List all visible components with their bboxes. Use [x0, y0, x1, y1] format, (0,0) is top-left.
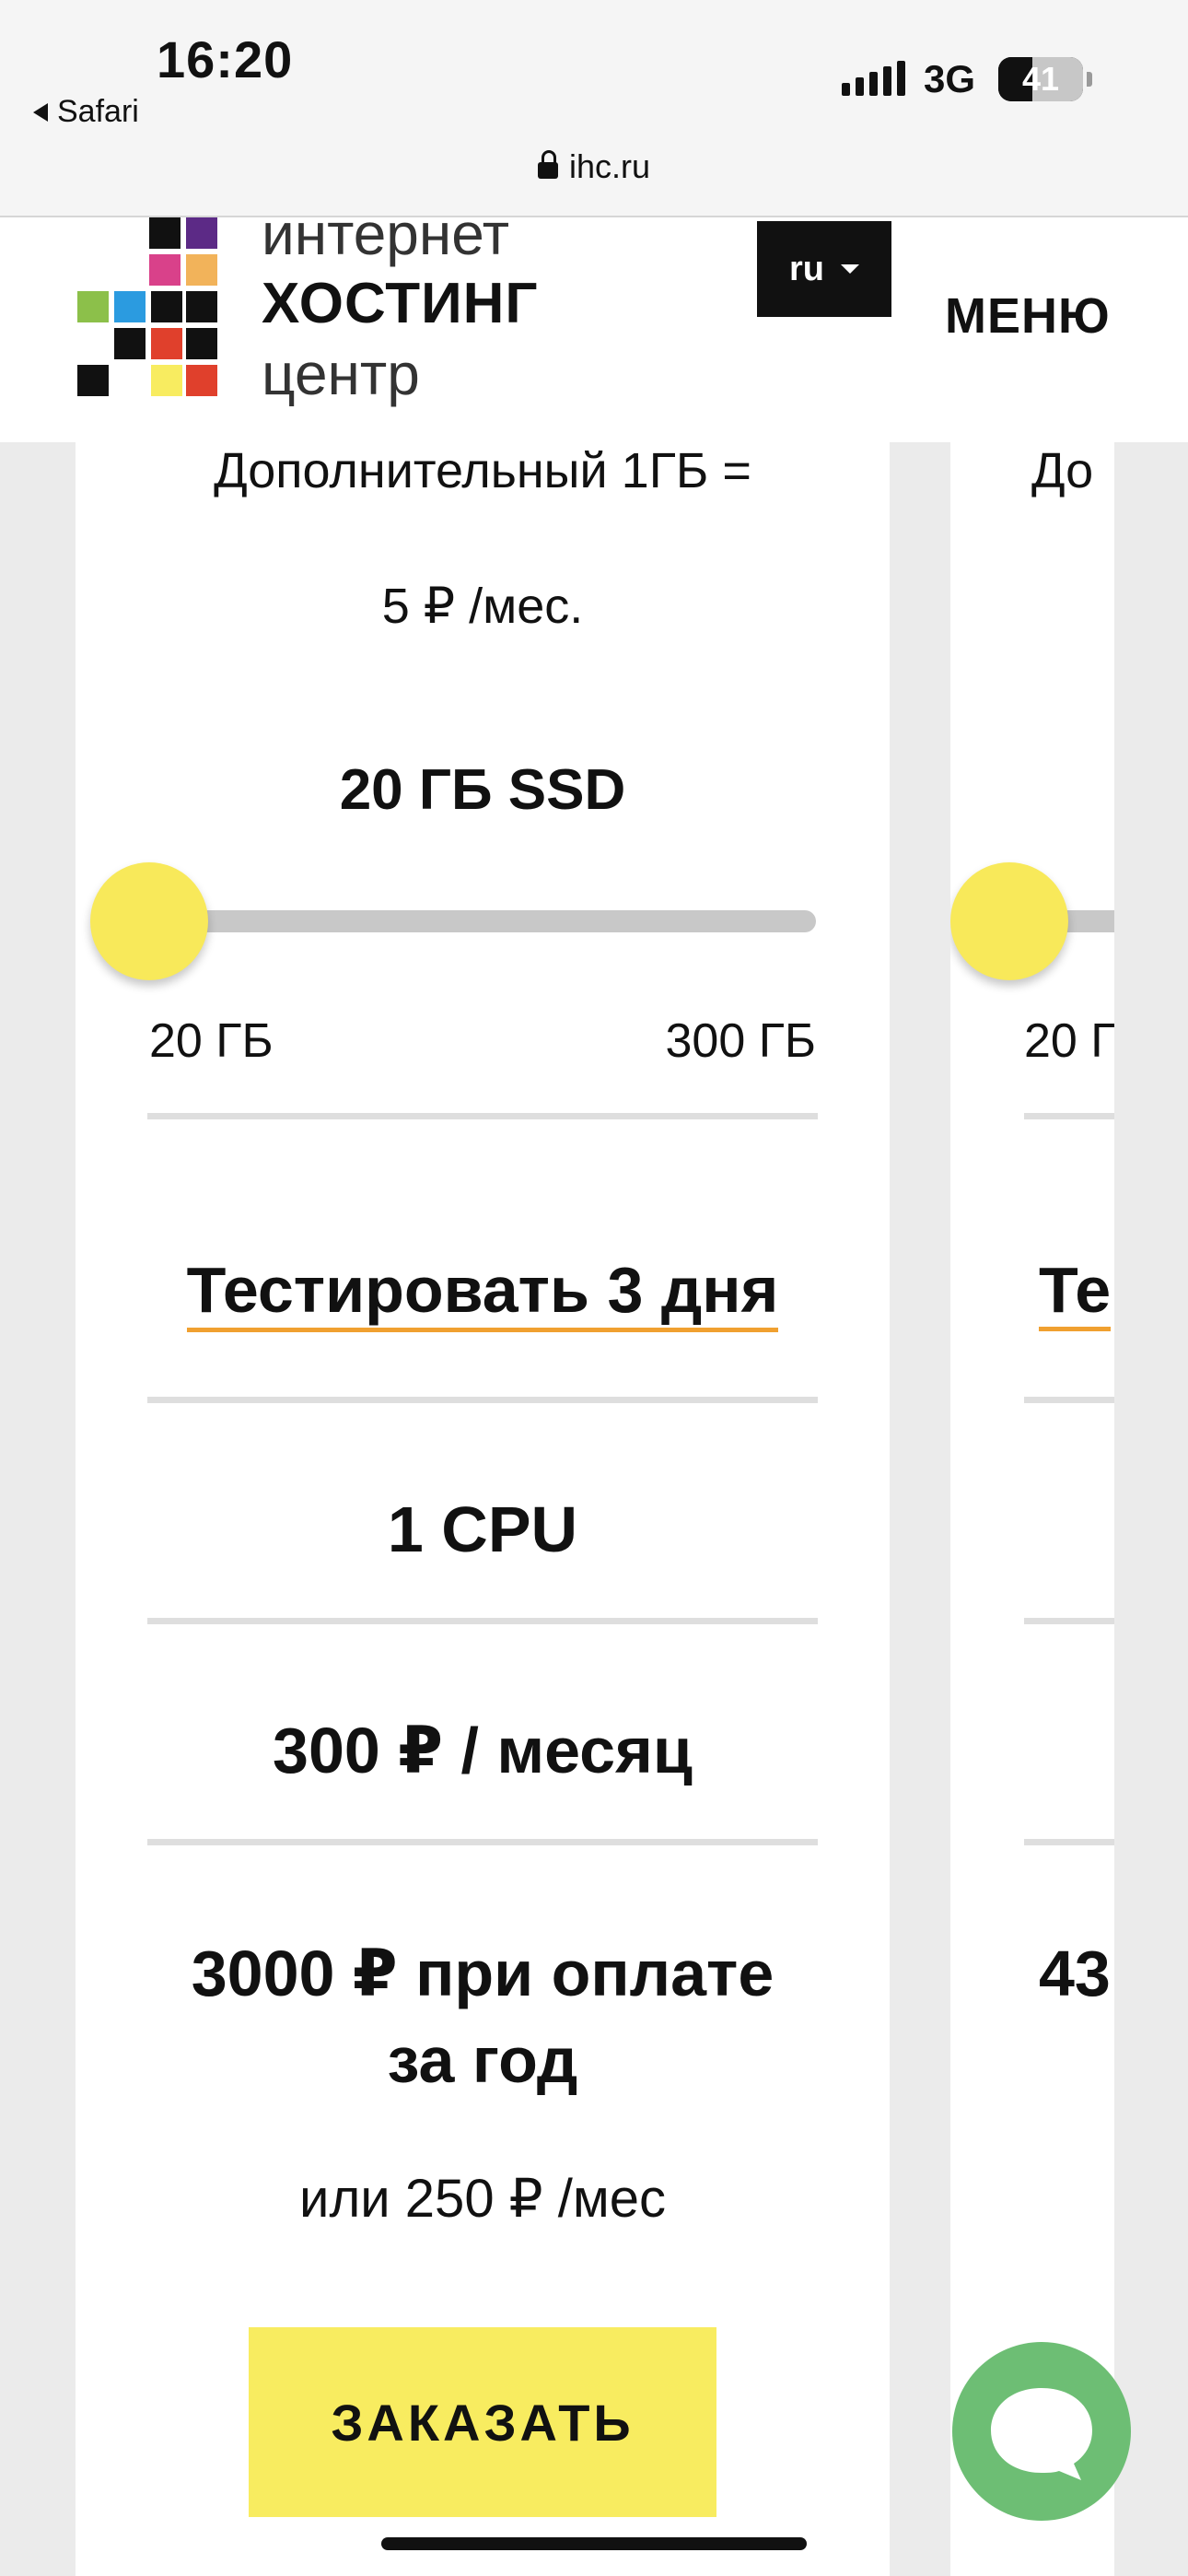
next-test-link-fragment[interactable]: Те	[1039, 1253, 1112, 1331]
url-text: ihc.ru	[568, 147, 651, 185]
next-slider-handle[interactable]	[950, 862, 1068, 980]
price-alt: или 250 ₽ /мес	[299, 2169, 666, 2229]
network-type: 3G	[924, 57, 976, 100]
address-bar[interactable]: ihc.ru	[0, 147, 1188, 186]
battery-cap	[1087, 72, 1092, 87]
logo-line-2: ХОСТИНГ	[262, 272, 539, 335]
back-arrow-icon	[33, 102, 48, 122]
slider-min-label: 20 ГБ	[149, 1014, 274, 1068]
battery-level: 41	[1021, 60, 1060, 98]
lock-icon	[537, 150, 558, 179]
caret-down-icon	[841, 264, 859, 274]
chat-button[interactable]	[952, 2342, 1131, 2521]
site-header: интернет ХОСТИНГ центр ru МЕНЮ	[0, 201, 1188, 442]
back-app-label: Safari	[57, 94, 139, 129]
divider	[147, 1397, 818, 1403]
back-to-app[interactable]: Safari	[33, 94, 139, 130]
slider-max-label: 300 ГБ	[665, 1014, 817, 1068]
storage-slider-handle[interactable]	[90, 862, 208, 980]
test-link[interactable]: Тестировать 3 дня	[76, 1253, 890, 1332]
divider	[147, 1618, 818, 1624]
next-slider-min-fragment: 20 Г	[1024, 1014, 1114, 1068]
signal-icon	[842, 61, 905, 96]
order-button[interactable]: ЗАКАЗАТЬ	[249, 2327, 716, 2517]
next-price-year-fragment: 43	[1039, 1938, 1111, 2009]
menu-button[interactable]: МЕНЮ	[945, 287, 1111, 345]
divider	[1024, 1839, 1114, 1845]
language-label: ru	[789, 249, 824, 288]
logo-line-3: центр	[262, 341, 420, 407]
storage-value: 20 ГБ SSD	[339, 758, 626, 822]
divider	[147, 1839, 818, 1845]
plan-card: Дополнительный 1ГБ = 5 ₽ /мес. 20 ГБ SSD…	[76, 442, 890, 2576]
storage-slider-track[interactable]	[149, 910, 816, 932]
next-extra-gb-fragment: До	[1031, 443, 1094, 498]
divider	[1024, 1113, 1114, 1119]
home-indicator	[381, 2537, 807, 2550]
extra-gb-line-2: 5 ₽ /мес.	[381, 579, 584, 634]
divider	[1024, 1397, 1114, 1403]
logo-mark[interactable]	[77, 217, 217, 398]
price-month: 300 ₽ / месяц	[273, 1715, 693, 1786]
price-year-line-1: 3000 ₽ при оплате	[191, 1938, 775, 2009]
test-link-text: Тестировать 3 дня	[186, 1254, 779, 1332]
logo-text[interactable]: интернет ХОСТИНГ центр	[262, 199, 539, 409]
language-selector[interactable]: ru	[757, 221, 891, 317]
divider	[147, 1113, 818, 1119]
next-plan-card: До 20 Г Те 43	[950, 442, 1114, 2576]
battery-icon: 41	[998, 57, 1083, 101]
extra-gb-line-1: Дополнительный 1ГБ =	[214, 443, 751, 498]
logo-line-1: интернет	[262, 201, 509, 267]
cpu-value: 1 CPU	[387, 1493, 578, 1565]
browser-top-bar: 16:20 Safari 3G 41 ihc.ru	[0, 0, 1188, 217]
status-time: 16:20	[157, 30, 294, 88]
price-year-line-2: за год	[387, 2024, 578, 2096]
divider	[1024, 1618, 1114, 1624]
chat-bubble-icon	[991, 2388, 1092, 2480]
